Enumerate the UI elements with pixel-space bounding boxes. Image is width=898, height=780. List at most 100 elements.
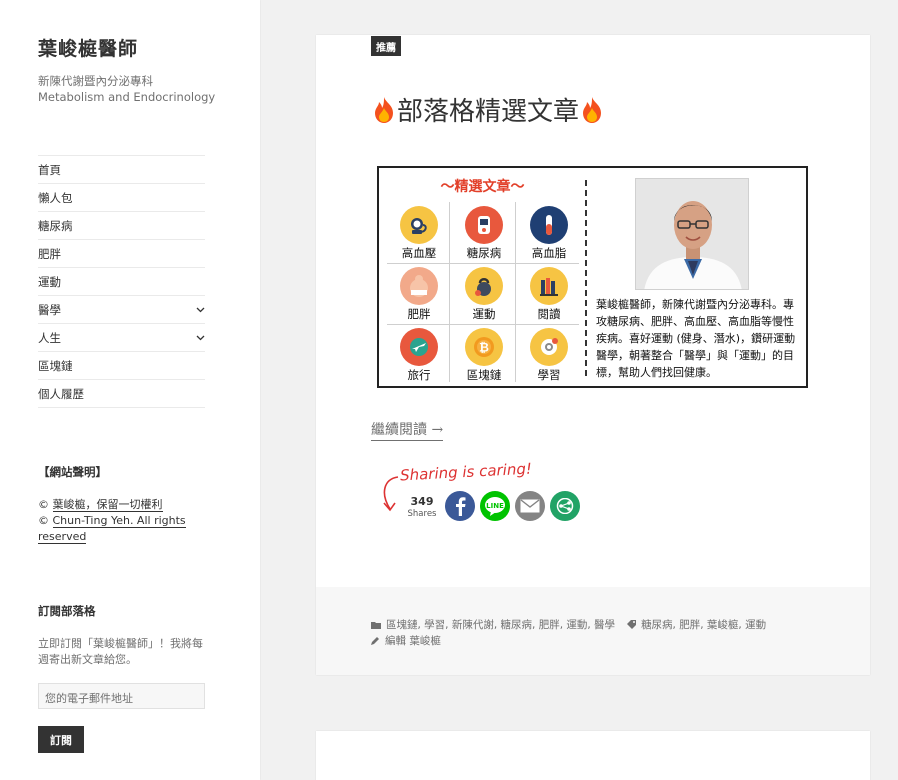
sharing-caption: Sharing is caring! (399, 459, 533, 485)
nav-item-label: 區塊鏈 (38, 358, 73, 373)
nav-item-resume[interactable]: 個人履歷 (38, 380, 205, 408)
notice-widget-body: © 葉峻榳，保留一切權利 © Chun-Ting Yeh. All rights… (38, 497, 208, 545)
featured-heading: ～精選文章～ (440, 179, 525, 195)
topic-label: 糖尿病 (466, 246, 502, 260)
nav-item-home[interactable]: 首頁 (38, 156, 205, 184)
nav-item-label: 糖尿病 (38, 218, 73, 233)
email-share-button[interactable] (515, 491, 545, 521)
topic-label: 學習 (537, 368, 561, 382)
subscribe-widget-title: 訂閱部落格 (38, 604, 96, 618)
next-post-card (316, 731, 870, 780)
post-tags[interactable]: 糖尿病, 肥胖, 葉峻榳, 運動 (641, 617, 766, 632)
fire-icon (579, 96, 605, 124)
subscribe-button[interactable]: 訂閱 (38, 726, 84, 753)
post-categories[interactable]: 區塊鏈, 學習, 新陳代謝, 糖尿病, 肥胖, 運動, 醫學 (386, 617, 615, 632)
post-title-text: 部落格精選文章 (397, 97, 580, 127)
svg-text:LINE: LINE (486, 502, 504, 510)
post-card: 推薦 部落格精選文章 ～精選文章～ 高血壓 糖尿病 高血脂 肥胖 運動 閱讀 旅… (316, 35, 870, 675)
featured-divider (585, 180, 587, 376)
topic-hyperlipidemia: 高血脂 (517, 206, 581, 266)
nav-item-diabetes[interactable]: 糖尿病 (38, 212, 205, 240)
sticky-badge: 推薦 (371, 36, 401, 56)
topic-blood-pressure: 高血壓 (387, 206, 451, 266)
share-count-number: 349 (410, 495, 434, 508)
site-description: 新陳代謝暨內分泌專科 Metabolism and Endocrinology (38, 73, 260, 105)
nav-item-exercise[interactable]: 運動 (38, 268, 205, 296)
copyright-symbol: © (38, 498, 53, 511)
test-tube-icon (530, 206, 568, 244)
copyright-link-zh[interactable]: 葉峻榳，保留一切權利 (52, 498, 163, 512)
books-icon (530, 267, 568, 305)
topic-label: 區塊鏈 (466, 368, 502, 382)
topic-label: 高血壓 (401, 246, 437, 260)
pencil-icon (371, 636, 380, 645)
topic-learning: 學習 (517, 328, 581, 388)
email-field[interactable]: 您的電子郵件地址 (38, 683, 205, 709)
glucose-meter-icon (465, 206, 503, 244)
site-tagline-en: Metabolism and Endocrinology (38, 90, 216, 104)
post-meta-footer: 區塊鏈, 學習, 新陳代謝, 糖尿病, 肥胖, 運動, 醫學 糖尿病, 肥胖, … (316, 587, 870, 675)
main-navigation: 首頁 懶人包 糖尿病 肥胖 運動 醫學 人生 區塊鏈 個人履歷 (38, 155, 205, 408)
site-title[interactable]: 葉峻榳醫師 (38, 34, 260, 61)
nav-item-life[interactable]: 人生 (38, 324, 205, 352)
topic-diabetes: 糖尿病 (452, 206, 516, 266)
svg-text:₿: ₿ (479, 341, 489, 355)
topic-exercise: 運動 (452, 267, 516, 327)
featured-image[interactable]: ～精選文章～ 高血壓 糖尿病 高血脂 肥胖 運動 閱讀 旅行 ₿ 區塊鏈 學習 … (377, 166, 808, 388)
notice-widget-title: 【網站聲明】 (38, 465, 107, 479)
share-count-label: Shares (407, 509, 437, 519)
doctor-bio: 葉峻榳醫師，新陳代謝暨內分泌專科。專攻糖尿病、肥胖、高血壓、高血脂等慢性疾病。喜… (596, 298, 796, 379)
more-share-button[interactable] (550, 491, 580, 521)
topic-label: 旅行 (407, 368, 431, 382)
nav-item-summary[interactable]: 懶人包 (38, 184, 205, 212)
folder-icon (371, 621, 381, 629)
topic-travel: 旅行 (387, 328, 451, 388)
continue-reading-link[interactable]: 繼續閱讀 → (371, 419, 444, 441)
blood-pressure-icon (400, 206, 438, 244)
nav-item-label: 人生 (38, 330, 61, 345)
copyright-symbol: © (38, 514, 53, 527)
bitcoin-icon: ₿ (465, 328, 503, 366)
doctor-photo (635, 178, 749, 290)
chevron-down-icon[interactable] (195, 333, 205, 343)
nav-item-label: 醫學 (38, 302, 61, 317)
airplane-icon (400, 328, 438, 366)
post-title[interactable]: 部落格精選文章 (371, 91, 605, 128)
nav-item-label: 個人履歷 (38, 386, 84, 401)
nav-item-obesity[interactable]: 肥胖 (38, 240, 205, 268)
chevron-down-icon[interactable] (195, 305, 205, 315)
topic-label: 運動 (472, 307, 496, 321)
facebook-icon (456, 497, 466, 516)
brain-gear-icon (530, 328, 568, 366)
post-meta-taxonomy: 區塊鏈, 學習, 新陳代謝, 糖尿病, 肥胖, 運動, 醫學 糖尿病, 肥胖, … (371, 617, 766, 632)
line-icon: LINE (485, 497, 505, 516)
fire-icon (371, 96, 397, 124)
featured-topics-panel: ～精選文章～ 高血壓 糖尿病 高血脂 肥胖 運動 閱讀 旅行 ₿ 區塊鏈 學習 (379, 168, 586, 386)
nav-item-label: 肥胖 (38, 246, 61, 261)
topic-label: 高血脂 (531, 246, 567, 260)
curved-arrow-icon (383, 476, 399, 512)
envelope-icon (520, 499, 540, 513)
topic-label: 閱讀 (537, 307, 561, 321)
obesity-icon (400, 267, 438, 305)
facebook-share-button[interactable] (445, 491, 475, 521)
nav-item-label: 首頁 (38, 162, 61, 177)
nav-item-label: 懶人包 (38, 190, 73, 205)
kettlebell-icon (465, 267, 503, 305)
nav-item-medicine[interactable]: 醫學 (38, 296, 205, 324)
topic-blockchain: ₿ 區塊鏈 (452, 328, 516, 388)
share-count: 349 Shares (406, 495, 438, 519)
tag-icon (627, 620, 637, 629)
nav-item-label: 運動 (38, 274, 61, 289)
subscribe-widget-text: 立即訂閱「葉峻榳醫師」！我將每週寄出新文章給您。 (38, 637, 203, 666)
topic-label: 肥胖 (407, 307, 431, 321)
share-more-icon (556, 498, 574, 514)
nav-item-blockchain[interactable]: 區塊鏈 (38, 352, 205, 380)
topic-obesity: 肥胖 (387, 267, 451, 327)
topic-reading: 閱讀 (517, 267, 581, 327)
site-tagline-zh: 新陳代謝暨內分泌專科 (38, 74, 153, 88)
edit-link[interactable]: 編輯 葉峻榳 (385, 633, 441, 648)
line-share-button[interactable]: LINE (480, 491, 510, 521)
copyright-link-en[interactable]: Chun-Ting Yeh. All rights reserved (38, 514, 186, 544)
post-meta-edit: 編輯 葉峻榳 (371, 633, 441, 648)
